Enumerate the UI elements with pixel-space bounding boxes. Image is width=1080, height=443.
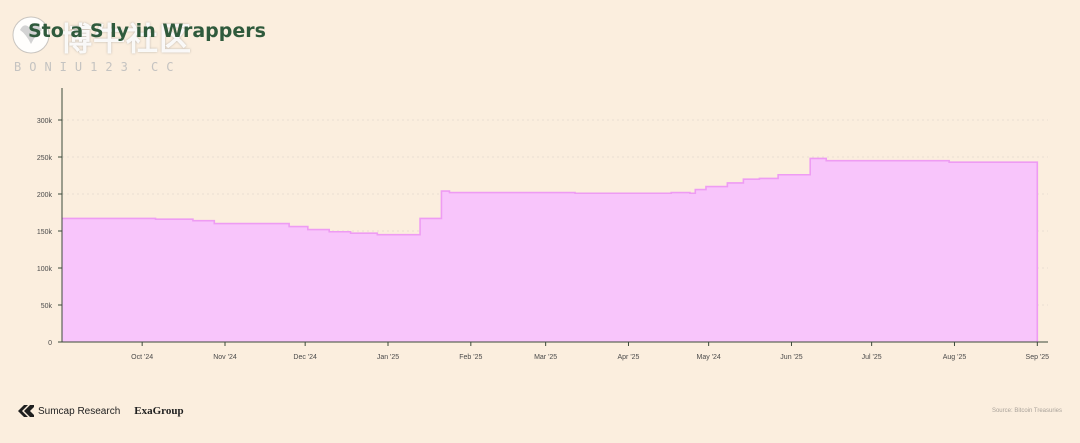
area-chart: 0 50k 100k 150k 200k 250k 300k Oct '24 Nov '24 De… <box>37 88 1050 361</box>
source-note: Source: Bitcoin Treasuries <box>991 408 1062 414</box>
y-tick-label: 50k <box>41 303 53 310</box>
x-tick-label: Dec '24 <box>293 354 317 361</box>
exagroup-label: ExaGroup <box>134 405 184 417</box>
y-tick-label: 100k <box>37 266 53 273</box>
x-tick-label: Jan '25 <box>377 354 399 361</box>
x-tick-label: Mar '25 <box>534 354 557 361</box>
sumcap-label: Sumcap Research <box>38 405 121 417</box>
y-tick-label: 150k <box>37 229 53 236</box>
y-tick-label: 250k <box>37 155 53 162</box>
sumcap-logo-icon <box>18 405 34 417</box>
x-tick-label: Jul '25 <box>862 354 882 361</box>
x-tick-label: Aug '25 <box>943 354 967 361</box>
x-tick-label: Nov '24 <box>213 354 237 361</box>
x-tick-label: Oct '24 <box>131 354 153 361</box>
x-tick-label: May '24 <box>696 354 720 361</box>
y-tick-label: 0 <box>48 340 52 347</box>
x-tick-label: Apr '25 <box>617 354 639 361</box>
y-tick-label: 200k <box>37 192 53 199</box>
x-tick-label: Jun '25 <box>780 354 802 361</box>
sumcap-brand: Sumcap Research <box>18 405 120 417</box>
x-tick-label: Sep '25 <box>1026 354 1050 361</box>
series-area <box>62 158 1038 342</box>
x-tick-label: Feb '25 <box>459 354 482 361</box>
y-tick-label: 300k <box>37 118 53 125</box>
footer-brands: Sumcap Research ExaGroup <box>18 405 184 417</box>
